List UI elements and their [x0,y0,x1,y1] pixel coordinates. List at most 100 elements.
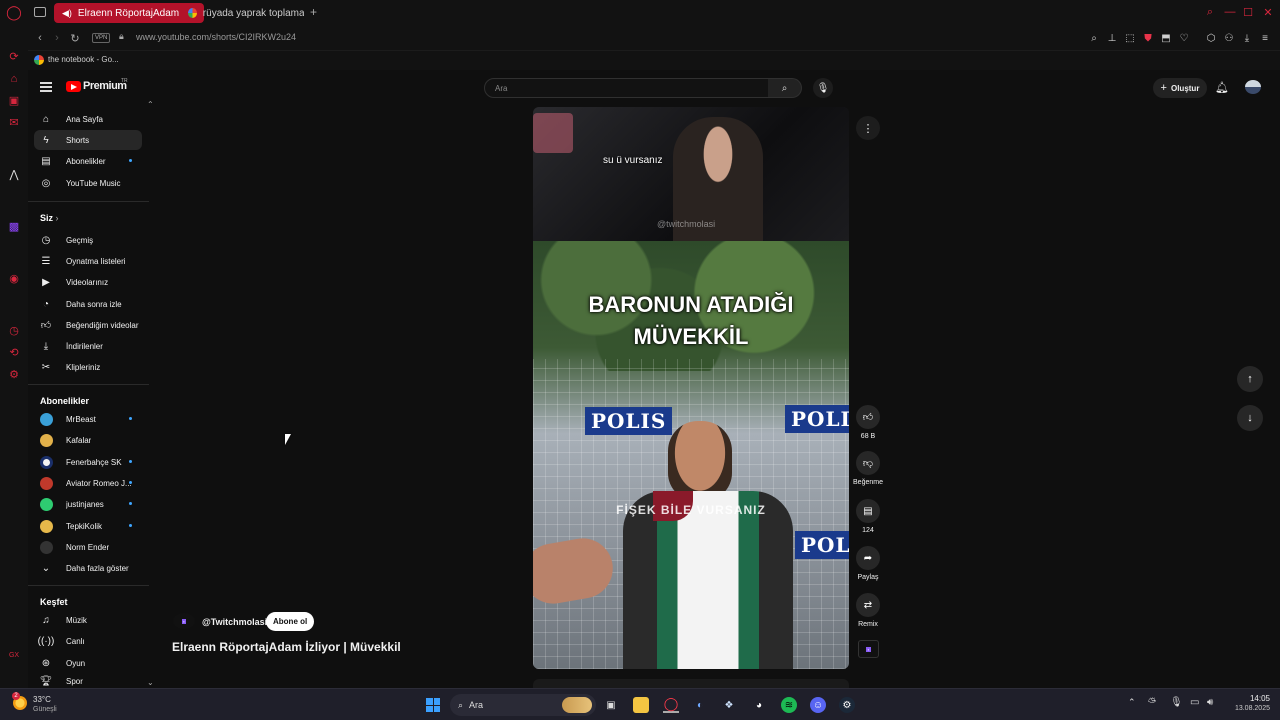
voice-search-button[interactable]: 🎙︎ [813,78,833,98]
app-icon[interactable]: ❖ [721,697,737,713]
sidebar-sub-item[interactable]: Kafalar [34,430,142,450]
video-title[interactable]: Elraenn RöportajAdam İzliyor | Müvekkil [172,640,401,654]
heart-icon[interactable]: ♡ [1177,31,1191,45]
settings-icon[interactable]: ⚙ [7,368,21,382]
more-options-button[interactable]: ⋮ [856,116,880,140]
shorts-video-player[interactable]: su ü vursanız @twitchmolasi BARONUN ATAD… [533,107,849,669]
sidebar-item-watch-later[interactable]: ◔ Daha sonra izle [34,294,142,314]
search-button[interactable]: ⌕ [768,78,802,98]
sidebar-item-downloads[interactable]: ⤓ İndirilenler [34,336,142,356]
channel-avatar[interactable]: ▪ [173,613,195,629]
clock[interactable]: 14:05 [1228,694,1270,703]
sidebar-item-sports[interactable]: 🏆︎ Spor [34,674,142,688]
comments-button[interactable]: ▤ 124 [856,499,880,534]
instagram-icon[interactable]: ▣ [7,94,21,108]
url-field[interactable]: www.youtube.com/shorts/CI2IRKW2u24 [136,32,296,42]
sidebar-item-music[interactable]: ♫ Müzik [34,610,142,630]
search-input[interactable]: Ara [484,78,769,98]
new-tab-button[interactable]: + [310,5,317,19]
adblock-icon[interactable]: ⛊ [1141,31,1155,45]
share-icon[interactable]: ⬒ [1159,31,1173,45]
create-button[interactable]: + Oluştur [1153,78,1207,98]
sidebar-item-playlists[interactable]: ☰ Oynatma listeleri [34,251,142,271]
remix-button[interactable]: ⇄ Remix [856,593,880,628]
sidebar-item-your-videos[interactable]: ▶ Videolarınız [34,272,142,292]
sidebar-sub-item[interactable]: justinjanes [34,494,142,514]
like-button[interactable]: 👍︎ 68 B [856,405,880,440]
show-more-button[interactable]: ⌄ Daha fazla göster [34,558,142,578]
opera-gx-taskbar-icon[interactable]: ◯ [663,696,679,713]
task-view-icon[interactable]: ▣ [603,697,619,713]
vpn-badge[interactable]: VPN [92,33,111,43]
spotify-icon[interactable]: ≋ [781,697,797,713]
dislike-button[interactable]: 👎︎ Beğenme [853,451,883,486]
file-explorer-icon[interactable] [633,697,649,713]
microphone-icon[interactable]: 🎙︎ [1170,697,1183,708]
download-icon[interactable]: ⤓ [1240,31,1254,45]
sound-avatar[interactable]: ▪ [858,640,879,658]
sidebar-item-live[interactable]: ((·)) Canlı [34,631,142,651]
sidebar-sub-item[interactable]: Norm Ender [34,537,142,557]
sidebar-item-clips[interactable]: ✂ Klipleriniz [34,357,142,377]
next-short-button[interactable]: ↓ [1237,405,1263,431]
easy-setup-icon[interactable]: ≡ [1258,31,1272,45]
sidebar-sub-item[interactable]: Aviator Romeo J... [34,473,142,493]
tray-app-icon[interactable]: ⛅︎ [1148,697,1156,708]
gmail-icon[interactable]: ✉ [7,116,21,130]
sidebar-item-history[interactable]: ◷ Geçmiş [34,230,142,250]
close-window-button[interactable]: ✕ [1262,6,1274,19]
reload-button[interactable]: ↻ [68,31,82,45]
forward-button[interactable]: › [50,31,64,45]
network-icon[interactable]: ▭ [1190,697,1199,708]
sidebar-collapse-icon[interactable]: ⌃ [147,100,154,109]
workspaces-icon[interactable]: ⌂ [7,72,21,86]
weather-temp[interactable]: 33°C [33,695,51,704]
zoom-icon[interactable]: ⌕ [1087,31,1101,45]
sidebar-you-heading[interactable]: Siz › [40,213,59,223]
sidebar-sub-item[interactable]: TepkiKolik [34,516,142,536]
tray-expand-icon[interactable]: ⌃ [1128,697,1136,708]
tab-islands-icon[interactable] [34,7,46,17]
bookmark-item[interactable]: the notebook - Go... [48,55,119,64]
opera-logo-icon[interactable]: ◯ [6,5,22,19]
sidebar-scroll-down-icon[interactable]: ⌄ [147,678,154,687]
gx-icon[interactable]: GX [7,648,21,662]
sidebar-item-liked-videos[interactable]: 👍︎ Beğendiğim videolar [34,315,142,335]
app-icon[interactable]: ◐ [692,697,708,713]
sidebar-sub-item[interactable]: MrBeast [34,409,142,429]
sidebar-item-youtube-music[interactable]: ◎ YouTube Music [34,173,142,193]
minimize-button[interactable]: — [1224,6,1236,18]
history-icon[interactable]: ◷ [7,324,21,338]
volume-icon[interactable]: 🔊︎ [1207,697,1213,708]
pin-icon[interactable]: ⊥ [1105,31,1119,45]
notifications-icon[interactable]: 🔔︎ [1215,81,1229,94]
windows-start-icon[interactable] [425,697,441,713]
previous-short-button[interactable]: ↑ [1237,366,1263,392]
sidebar-item-gaming[interactable]: ⊛ Oyun [34,653,142,673]
search-tabs-icon[interactable]: ⌕ [1204,6,1216,18]
menu-icon[interactable] [40,82,52,92]
app-icon[interactable]: ◕ [751,697,767,713]
sidebar-item-subscriptions[interactable]: ▤ Abonelikler [34,151,142,171]
sidebar-item-shorts[interactable]: ϟ Shorts [34,130,142,150]
aria-icon[interactable]: ⟳ [7,50,21,64]
steam-icon[interactable]: ⚙ [839,697,855,713]
sidebar-item-home[interactable]: ⌂ Ana Sayfa [34,109,142,129]
twitch-icon[interactable]: ▩ [7,220,21,234]
snapshot-icon[interactable]: ⬚ [1123,31,1137,45]
share-button[interactable]: ➦ Paylaş [856,546,880,581]
discord-icon[interactable]: ☺ [810,697,826,713]
arc-icon[interactable]: ⋀ [7,168,21,182]
avatar[interactable] [1245,80,1261,94]
channel-name[interactable]: @Twitchmolasi [202,617,267,627]
tab-inactive[interactable]: rüyada yaprak toplamak n [180,3,304,23]
player-icon[interactable]: ◉ [7,272,21,286]
extensions-icon[interactable]: ⟲ [7,346,21,360]
back-button[interactable]: ‹ [33,31,47,45]
youtube-logo-icon[interactable] [66,81,81,92]
subscribe-button[interactable]: Abone ol [266,612,315,631]
extensions-icon[interactable]: ⬡ [1204,31,1218,45]
sidebar-sub-item[interactable]: Fenerbahçe SK [34,452,142,472]
taskbar-search[interactable]: ⌕ Ara [450,694,596,716]
profile-icon[interactable]: ⚇ [1222,31,1236,45]
